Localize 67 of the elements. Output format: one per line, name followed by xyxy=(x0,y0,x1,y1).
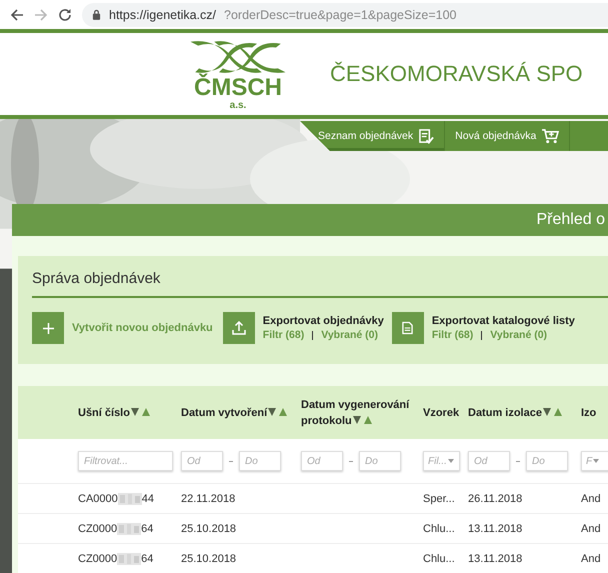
filter-field[interactable]: Filtrovat... xyxy=(78,451,173,471)
ear-number-suffix: 44 xyxy=(142,492,154,504)
plus-icon xyxy=(42,322,54,334)
logo-subtext: a.s. xyxy=(230,100,246,110)
filter-dropdown[interactable]: Fil... xyxy=(423,451,460,471)
ear-number-prefix: CZ0000 xyxy=(78,552,118,564)
table-cell: And xyxy=(581,552,601,564)
date-field[interactable]: Do xyxy=(239,451,281,471)
export-link[interactable]: Filtr (68) xyxy=(262,329,304,341)
table-cell: 25.10.2018 xyxy=(181,552,236,564)
sort-icon[interactable] xyxy=(352,414,373,424)
panel-title: Přehled o xyxy=(536,211,605,229)
site-title: ČESKOMORAVSKÁ SPO xyxy=(330,61,583,87)
sort-icon[interactable] xyxy=(130,406,151,416)
column-header[interactable]: Vzorek xyxy=(423,404,464,420)
table-cell: And xyxy=(581,492,601,504)
lock-icon xyxy=(92,9,101,20)
nav-tab[interactable]: Seznam objednávek xyxy=(308,121,446,151)
add-button[interactable] xyxy=(32,312,64,344)
upload-icon xyxy=(232,321,246,335)
table-cell: Sper... xyxy=(423,492,455,504)
sort-icon[interactable] xyxy=(542,406,563,416)
table-cell: Chlu... xyxy=(423,552,455,564)
caret-icon xyxy=(593,459,600,463)
table-cell: And xyxy=(581,522,601,534)
caret-icon xyxy=(448,459,454,463)
export-link[interactable]: Vybrané (0) xyxy=(321,329,378,341)
redaction-blur xyxy=(118,492,142,506)
column-header[interactable]: Datum vygenerování protokolu xyxy=(301,396,419,428)
action-title: Exportovat katalogové listy xyxy=(432,315,575,327)
table-cell: Chlu... xyxy=(423,522,455,534)
redaction-blur xyxy=(117,552,142,566)
cart-plus-icon xyxy=(542,128,560,144)
address-field[interactable]: https://igenetika.cz/ ?orderDesc=true&page=1&pageSize=100 xyxy=(82,2,608,26)
sort-icon[interactable] xyxy=(268,406,288,416)
date-field[interactable]: Do xyxy=(359,451,401,471)
catalog-button[interactable] xyxy=(392,312,424,344)
column-header[interactable]: Izo xyxy=(581,404,608,420)
filter-dropdown[interactable]: F xyxy=(581,451,608,471)
table-cell: 13.11.2018 xyxy=(468,552,522,564)
action-title: Exportovat objednávky xyxy=(262,315,384,327)
ear-number-prefix: CZ0000 xyxy=(78,522,118,534)
export-link[interactable]: Filtr (68) xyxy=(432,329,474,341)
ear-number-prefix: CA0000 xyxy=(78,492,118,504)
column-header[interactable]: Datum vytvoření xyxy=(181,404,297,420)
reload-icon[interactable] xyxy=(58,8,72,22)
export-button[interactable] xyxy=(222,312,255,344)
table-cell: 26.11.2018 xyxy=(468,492,522,504)
export-link[interactable]: Vybrané (0) xyxy=(490,329,548,341)
redaction-blur xyxy=(117,522,142,536)
checklist-icon xyxy=(419,128,434,144)
column-header[interactable]: Datum izolace xyxy=(468,404,577,420)
date-field[interactable]: Od xyxy=(181,451,223,471)
column-header[interactable]: Ušní číslo xyxy=(78,404,177,420)
ear-number-suffix: 64 xyxy=(141,522,154,534)
ear-number-suffix: 64 xyxy=(141,552,154,564)
table-cell: 25.10.2018 xyxy=(181,522,236,534)
date-field[interactable]: Od xyxy=(301,451,343,471)
back-icon[interactable] xyxy=(10,8,24,22)
date-field[interactable]: Od xyxy=(468,451,510,471)
section-title: Správa objednávek xyxy=(32,270,162,287)
logo-text: ČMSCH xyxy=(194,76,282,100)
document-icon xyxy=(402,321,414,335)
date-field[interactable]: Do xyxy=(526,451,568,471)
create-order-link[interactable]: Vytvořit novou objednávku xyxy=(72,322,213,334)
table-cell: 22.11.2018 xyxy=(181,492,236,504)
table-cell: 13.11.2018 xyxy=(468,522,522,534)
